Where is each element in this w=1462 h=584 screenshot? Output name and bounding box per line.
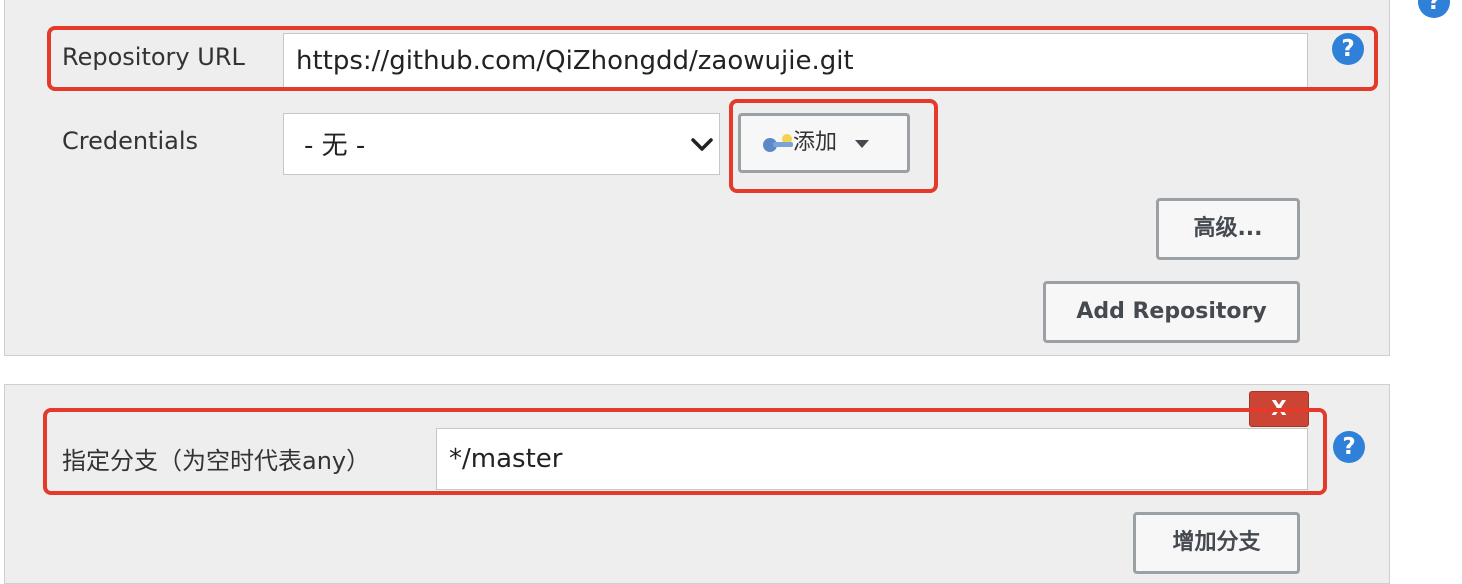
caret-down-icon	[855, 140, 869, 148]
delete-branch-button[interactable]: X	[1249, 391, 1309, 427]
advanced-button[interactable]: 高级...	[1156, 198, 1300, 260]
add-repository-button[interactable]: Add Repository	[1043, 281, 1300, 343]
repository-url-input[interactable]: https://github.com/QiZhongdd/zaowujie.gi…	[283, 33, 1308, 89]
branch-panel: X 指定分支（为空时代表any） */master ? 增加分支	[4, 384, 1390, 584]
help-glyph: ?	[1342, 434, 1356, 460]
credentials-selected-value: - 无 -	[304, 131, 366, 161]
add-credentials-label: 添加	[793, 130, 838, 155]
delete-branch-label: X	[1271, 396, 1287, 420]
help-glyph: ?	[1427, 0, 1441, 15]
branch-specifier-input[interactable]: */master	[436, 428, 1308, 490]
branch-help-icon[interactable]: ?	[1333, 431, 1365, 463]
help-icon[interactable]: ?	[1418, 0, 1450, 18]
add-branch-label: 增加分支	[1172, 530, 1261, 555]
repository-url-help-icon[interactable]: ?	[1332, 33, 1364, 65]
repository-url-label: Repository URL	[62, 43, 245, 71]
chevron-down-icon	[691, 138, 713, 151]
add-branch-button[interactable]: 增加分支	[1133, 512, 1300, 574]
branch-specifier-label: 指定分支（为空时代表any）	[62, 447, 371, 475]
key-icon	[763, 134, 793, 152]
add-credentials-button[interactable]: 添加	[738, 113, 910, 173]
help-glyph: ?	[1341, 36, 1355, 62]
credentials-select[interactable]: - 无 -	[283, 113, 720, 175]
advanced-button-label: 高级...	[1193, 216, 1263, 241]
add-repository-label: Add Repository	[1076, 299, 1267, 324]
credentials-label: Credentials	[62, 127, 199, 155]
repository-panel: Repository URL https://github.com/QiZhon…	[4, 0, 1390, 356]
